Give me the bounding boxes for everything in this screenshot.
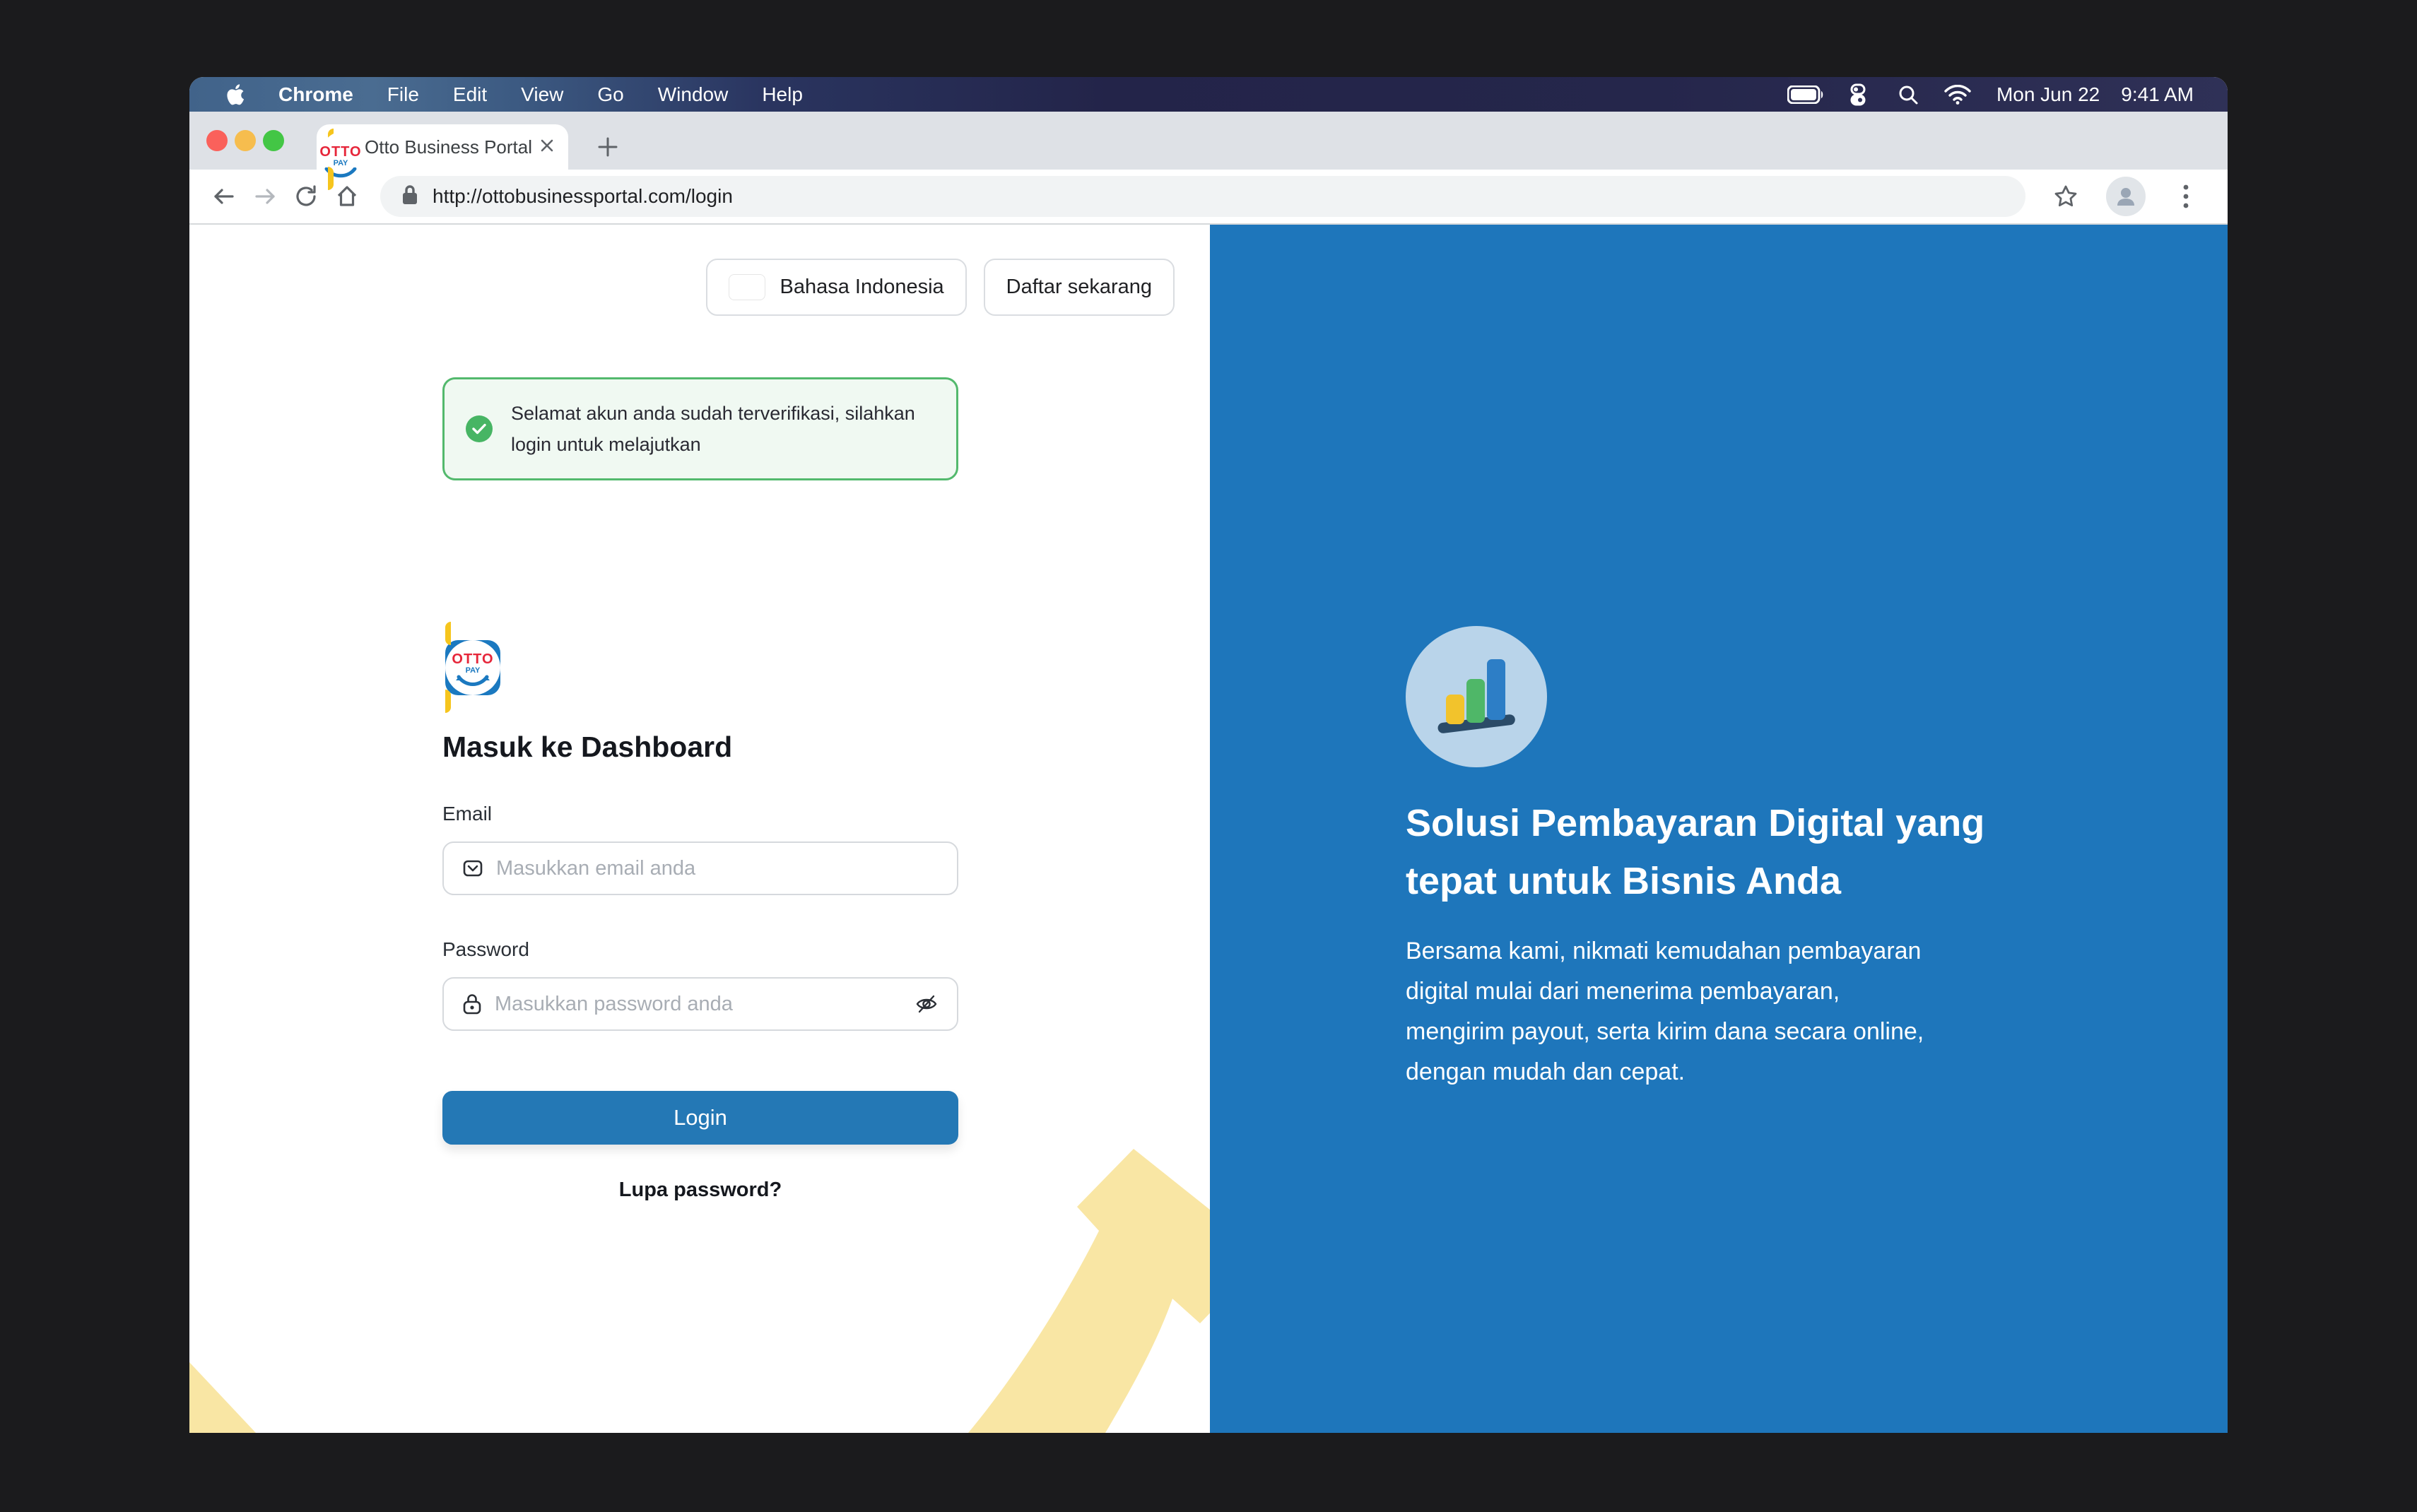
register-button[interactable]: Daftar sekarang: [984, 259, 1175, 316]
password-field-wrapper: [442, 977, 958, 1031]
new-tab-button[interactable]: [591, 130, 625, 164]
spotlight-search-icon[interactable]: [1898, 84, 1919, 105]
language-label: Bahasa Indonesia: [780, 276, 943, 299]
browser-tab-strip: OTTOPAY Otto Business Portal: [189, 112, 2228, 170]
logo-brand-text: OTTO: [452, 652, 493, 666]
tab-close-icon[interactable]: [539, 137, 555, 158]
email-field-wrapper: [442, 841, 958, 895]
menu-item-view[interactable]: View: [521, 83, 563, 106]
address-bar[interactable]: http://ottobusinessportal.com/login: [380, 176, 2025, 217]
email-label: Email: [442, 803, 492, 825]
menu-bar-clock[interactable]: Mon Jun 22 9:41 AM: [1996, 83, 2194, 106]
battery-icon[interactable]: [1787, 85, 1824, 104]
promo-heading: Solusi Pembayaran Digital yang tepat unt…: [1406, 794, 2084, 910]
success-alert-message: Selamat akun anda sudah terverifikasi, s…: [511, 398, 915, 460]
menu-bar-time: 9:41 AM: [2121, 83, 2194, 106]
window-controls: [206, 130, 284, 151]
mac-screen: Chrome File Edit View Go Window Help Mon…: [189, 77, 2228, 1433]
reload-button[interactable]: [286, 176, 327, 217]
padlock-icon[interactable]: [401, 184, 418, 209]
url-text[interactable]: http://ottobusinessportal.com/login: [433, 185, 733, 208]
login-button[interactable]: Login: [442, 1091, 958, 1145]
bookmark-star-icon[interactable]: [2045, 176, 2086, 217]
menu-item-edit[interactable]: Edit: [453, 83, 487, 106]
email-input[interactable]: [496, 857, 939, 880]
control-center-icon[interactable]: [1849, 83, 1872, 106]
back-button[interactable]: [204, 176, 245, 217]
logo-sub-text: PAY: [466, 666, 481, 675]
indonesia-flag-icon: [729, 274, 765, 300]
tab-title: Otto Business Portal: [365, 136, 531, 158]
apple-icon[interactable]: [226, 83, 245, 106]
minimize-window-button[interactable]: [235, 130, 256, 151]
close-window-button[interactable]: [206, 130, 228, 151]
browser-menu-icon[interactable]: [2165, 176, 2206, 217]
menu-item-chrome[interactable]: Chrome: [278, 83, 353, 106]
success-alert: Selamat akun anda sudah terverifikasi, s…: [442, 377, 958, 480]
browser-toolbar: http://ottobusinessportal.com/login: [189, 170, 2228, 225]
login-section: Bahasa Indonesia Daftar sekarang Selamat…: [189, 225, 1210, 1433]
promo-body-text: Bersama kami, nikmati kemudahan pembayar…: [1406, 931, 2070, 1092]
page-content: Bahasa Indonesia Daftar sekarang Selamat…: [189, 225, 2228, 1433]
menu-item-window[interactable]: Window: [658, 83, 729, 106]
envelope-icon: [462, 858, 483, 879]
logo-smile-icon: [454, 675, 491, 687]
menu-bar-date: Mon Jun 22: [1996, 83, 2100, 106]
macos-menu-bar: Chrome File Edit View Go Window Help Mon…: [189, 77, 2228, 112]
language-selector-button[interactable]: Bahasa Indonesia: [706, 259, 966, 316]
menu-item-go[interactable]: Go: [597, 83, 623, 106]
toggle-password-visibility-icon[interactable]: [915, 993, 939, 1015]
tab-favicon: OTTOPAY: [328, 134, 353, 160]
password-input[interactable]: [495, 993, 902, 1016]
browser-tab[interactable]: OTTOPAY Otto Business Portal: [317, 124, 568, 170]
profile-avatar-icon[interactable]: [2106, 177, 2146, 216]
page-title: Masuk ke Dashboard: [442, 731, 732, 764]
forgot-password-link[interactable]: Lupa password?: [442, 1179, 958, 1202]
lock-icon: [462, 993, 482, 1015]
bar-chart-icon: [1406, 626, 1547, 767]
growth-arrow-decoration: [885, 1114, 1210, 1433]
menu-item-help[interactable]: Help: [762, 83, 803, 106]
ottopay-logo: OTTO PAY: [445, 627, 500, 708]
forward-button[interactable]: [245, 176, 286, 217]
password-label: Password: [442, 938, 529, 961]
promo-section: Solusi Pembayaran Digital yang tepat unt…: [1210, 225, 2228, 1433]
maximize-window-button[interactable]: [263, 130, 284, 151]
check-circle-icon: [466, 415, 493, 442]
menu-item-file[interactable]: File: [387, 83, 419, 106]
wifi-icon[interactable]: [1944, 85, 1971, 105]
corner-decoration: [189, 1362, 256, 1433]
register-label: Daftar sekarang: [1006, 276, 1152, 299]
